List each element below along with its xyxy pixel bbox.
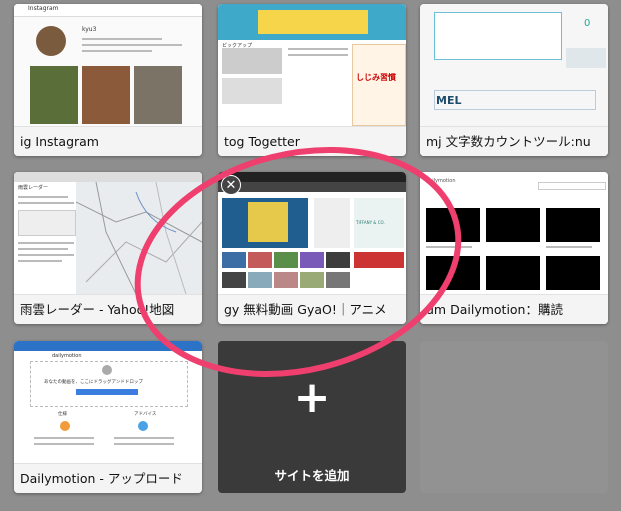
add-site-label: サイトを追加	[274, 468, 350, 483]
map-panel-title: 雨雲レーダー	[18, 185, 49, 191]
tile-caption: tog Togetter	[218, 126, 406, 156]
tile-caption: gy 無料動画 GyaO!｜アニメ	[218, 294, 406, 324]
instagram-logo-text: Instagram	[28, 5, 59, 12]
upload-logo-text: dailymotion	[52, 353, 82, 359]
tile-caption: dm Dailymotion：購読	[420, 294, 608, 324]
spec-heading: 仕様	[58, 412, 67, 417]
thumbnail-togetter: ピックアップ しじみ習慣	[218, 4, 406, 126]
plus-icon: +	[293, 372, 331, 423]
add-site-button[interactable]: + サイトを追加	[218, 341, 406, 493]
thumbnail-gyao: TIFFANY & CO.	[218, 172, 406, 294]
empty-slot	[420, 341, 608, 493]
thumbnail-instagram: Instagram kyu3	[14, 4, 202, 126]
profile-username: kyu3	[82, 26, 97, 33]
avatar	[36, 26, 66, 56]
tile-caption: ig Instagram	[14, 126, 202, 156]
tile-dailymotion[interactable]: dailymotion dm Dailymotion：購読	[420, 172, 608, 324]
drop-text: あなたの動画を、ここにドラッグアンドドロップ	[44, 380, 143, 385]
close-icon[interactable]: ✕	[221, 175, 241, 195]
tile-gyao[interactable]: ✕ TIFFANY & CO. gy 無料動画 GyaO!｜アニメ	[218, 172, 406, 324]
thumbnail-dailymotion-upload: dailymotion あなたの動画を、ここにドラッグアンドドロップ 仕様 アド…	[14, 341, 202, 463]
thumbnail-mojicount: 0 MEL	[420, 4, 608, 126]
thumbnail-dailymotion: dailymotion	[420, 172, 608, 294]
advice-heading: アドバイス	[134, 412, 157, 417]
tile-caption: Dailymotion - アップロード	[14, 463, 202, 493]
thumbnail-yahoo-map: 雨雲レーダー	[14, 172, 202, 294]
tile-caption: 雨雲レーダー - Yahoo!地図	[14, 294, 202, 324]
tile-caption: mj 文字数カウントツール:nu	[420, 126, 608, 156]
promo-text: しじみ習慣	[356, 73, 396, 82]
tile-dailymotion-upload[interactable]: dailymotion あなたの動画を、ここにドラッグアンドドロップ 仕様 アド…	[14, 341, 202, 493]
dailymotion-logo-text: dailymotion	[426, 178, 456, 184]
ad-brand-text: TIFFANY & CO.	[356, 220, 385, 225]
tile-yahoo-map[interactable]: 雨雲レーダー 雨雲レーダー - Yahoo!地図	[14, 172, 202, 324]
tile-togetter[interactable]: ピックアップ しじみ習慣 tog Togetter	[218, 4, 406, 156]
tile-instagram[interactable]: Instagram kyu3 ig Instagram	[14, 4, 202, 156]
count-display: 0	[584, 18, 591, 29]
tile-mojicount[interactable]: 0 MEL mj 文字数カウントツール:nu	[420, 4, 608, 156]
map-area	[75, 181, 202, 294]
